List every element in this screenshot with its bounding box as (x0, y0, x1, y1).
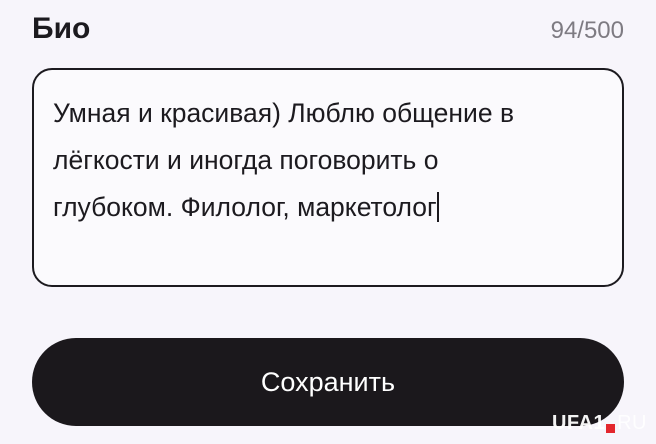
text-caret (436, 192, 440, 222)
bio-header: Био 94/500 (32, 10, 624, 50)
watermark-domain: RU (617, 412, 647, 434)
character-counter: 94/500 (550, 17, 624, 44)
bio-text-content[interactable]: Умная и красивая) Люблю общение в лёгкос… (53, 90, 593, 231)
save-button[interactable]: Сохранить (32, 338, 624, 426)
bio-textarea[interactable]: Умная и красивая) Люблю общение в лёгкос… (32, 68, 624, 287)
watermark-red-square-icon (606, 423, 616, 433)
watermark-logo: UFA1 RU (552, 411, 647, 435)
bio-title: Био (32, 12, 91, 45)
bio-text-value: Умная и красивая) Люблю общение в лёгкос… (53, 98, 515, 222)
watermark-brand: UFA1 (551, 412, 606, 434)
